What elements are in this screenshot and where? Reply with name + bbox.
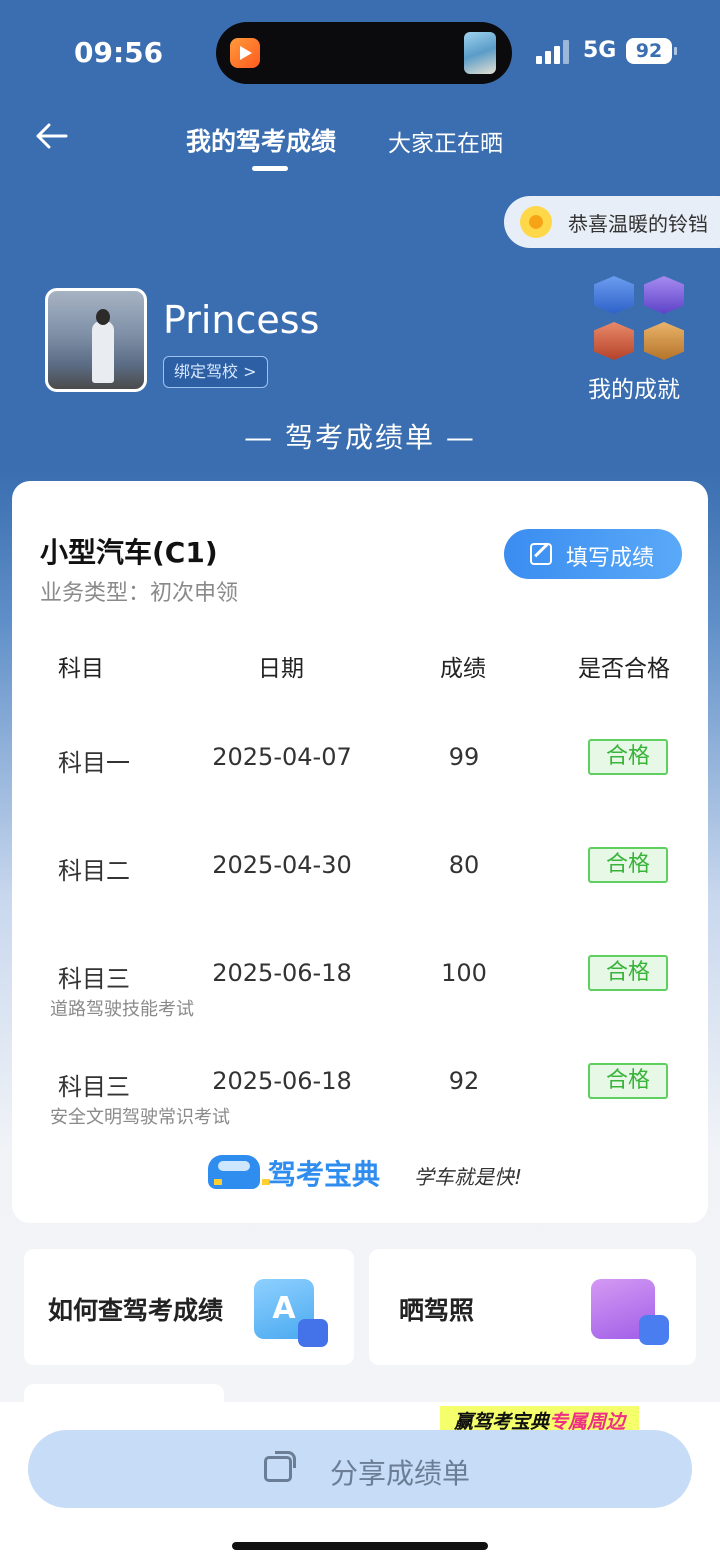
media-thumbnail	[464, 32, 496, 74]
header-score: 成绩	[440, 656, 486, 682]
congrats-banner[interactable]: 恭喜温暖的铃铛	[504, 196, 720, 248]
battery-indicator: 92	[626, 38, 677, 64]
badge-icon	[594, 276, 634, 314]
badge-icon	[644, 322, 684, 360]
score-card: 小型汽车(C1) 业务类型：初次申领 填写成绩 科目 日期 成绩 是否合格 科目…	[12, 481, 708, 1223]
vehicle-type: 小型汽车(C1)	[40, 536, 218, 569]
video-app-icon	[230, 38, 260, 68]
tab-active-indicator	[252, 166, 288, 171]
row-note: 安全文明驾驶常识考试	[50, 1107, 230, 1128]
badge-icon	[644, 276, 684, 314]
header-passed: 是否合格	[578, 656, 670, 682]
tile-label: 晒驾照	[399, 1296, 475, 1325]
car-logo-icon	[208, 1155, 270, 1189]
share-license-tile[interactable]: 晒驾照	[369, 1249, 696, 1365]
network-type: 5G	[583, 38, 617, 63]
business-type: 业务类型：初次申领	[40, 581, 239, 606]
row-date: 2025-04-30	[212, 851, 352, 879]
share-label: 分享成绩单	[330, 1457, 471, 1490]
avatar[interactable]	[45, 288, 147, 392]
fill-score-label: 填写成绩	[566, 546, 655, 571]
achievements-label[interactable]: 我的成就	[588, 370, 680, 404]
table-row: 科目一 2025-04-07 99 合格	[12, 739, 708, 803]
row-score: 100	[441, 959, 487, 987]
header-date: 日期	[258, 656, 304, 682]
sunflower-icon	[520, 206, 552, 238]
back-arrow-icon[interactable]	[34, 118, 70, 154]
tile-label: 如何查驾考成绩	[48, 1296, 224, 1325]
fill-score-button[interactable]: 填写成绩	[504, 529, 682, 579]
row-score: 92	[448, 1067, 480, 1095]
score-sheet-title: — 驾考成绩单 —	[244, 421, 476, 454]
search-doc-icon: A	[254, 1279, 328, 1347]
tab-my-scores[interactable]: 我的驾考成绩	[186, 122, 336, 158]
row-score: 80	[448, 851, 480, 879]
username: Princess	[163, 298, 320, 342]
row-date: 2025-06-18	[212, 1067, 352, 1095]
row-subject: 科目三	[58, 1073, 130, 1101]
row-note: 道路驾驶技能考试	[50, 999, 194, 1020]
table-row: 科目三 2025-06-18 92 合格 安全文明驾驶常识考试	[12, 1063, 708, 1128]
pass-badge: 合格	[588, 847, 668, 883]
signal-icon	[536, 40, 572, 64]
photo-camera-icon	[591, 1279, 669, 1345]
dynamic-island	[216, 22, 512, 84]
row-date: 2025-04-07	[212, 743, 352, 771]
row-subject: 科目一	[58, 749, 130, 777]
table-row: 科目二 2025-04-30 80 合格	[12, 847, 708, 911]
home-indicator	[232, 1542, 488, 1550]
achievement-badges[interactable]	[592, 276, 688, 360]
status-time: 09:56	[74, 36, 164, 69]
bind-school-button[interactable]: 绑定驾校 >	[163, 356, 268, 388]
tab-everyone-sharing[interactable]: 大家正在晒	[388, 124, 503, 158]
avatar-figure	[92, 321, 114, 383]
edit-icon	[530, 543, 552, 565]
table-row: 科目三 2025-06-18 100 合格 道路驾驶技能考试	[12, 955, 708, 1020]
brand-name: 驾考宝典	[268, 1158, 381, 1191]
share-score-button[interactable]: 分享成绩单	[28, 1430, 692, 1508]
congrats-text: 恭喜温暖的铃铛	[568, 212, 708, 236]
badge-icon	[594, 322, 634, 360]
row-subject: 科目二	[58, 857, 130, 885]
header-subject: 科目	[58, 656, 104, 682]
pass-badge: 合格	[588, 955, 668, 991]
how-to-check-scores-tile[interactable]: 如何查驾考成绩 A	[24, 1249, 354, 1365]
row-subject: 科目三	[58, 965, 130, 993]
share-icon	[264, 1451, 296, 1482]
pass-badge: 合格	[588, 1063, 668, 1099]
pass-badge: 合格	[588, 739, 668, 775]
row-date: 2025-06-18	[212, 959, 352, 987]
row-score: 99	[448, 743, 480, 771]
brand-slogan: 学车就是快!	[414, 1165, 523, 1189]
brand-logo: 驾考宝典 学车就是快!	[208, 1151, 528, 1197]
avatar-head	[96, 309, 110, 325]
